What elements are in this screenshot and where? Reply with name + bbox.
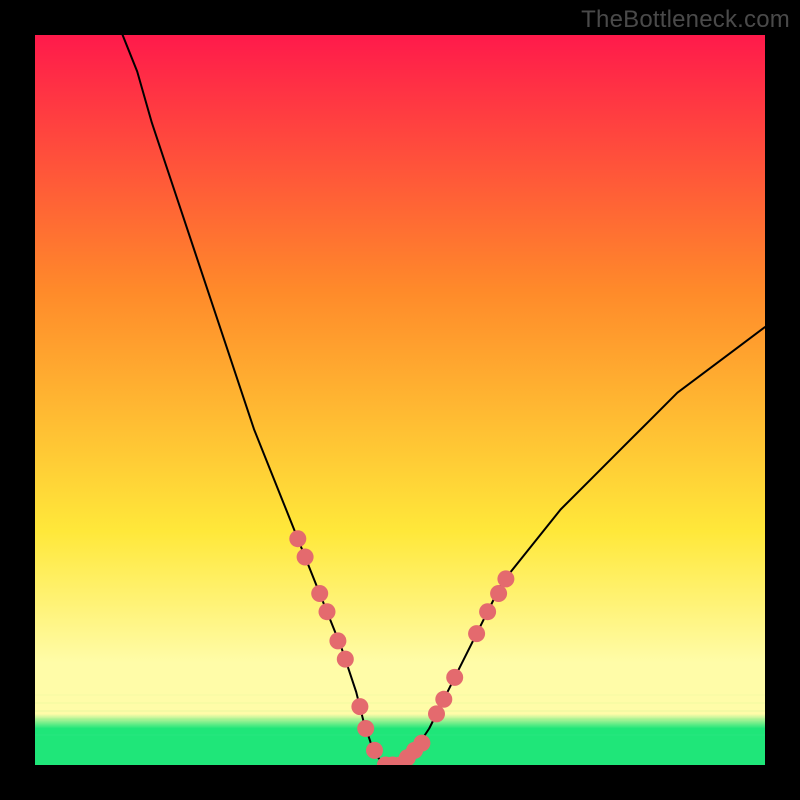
curve-dot bbox=[479, 603, 496, 620]
curve-dot bbox=[413, 735, 430, 752]
curve-dot bbox=[446, 669, 463, 686]
curve-dot bbox=[297, 549, 314, 566]
curve-dot bbox=[497, 570, 514, 587]
curve-dot bbox=[366, 742, 383, 759]
chart-background bbox=[35, 35, 765, 765]
bottleneck-chart bbox=[35, 35, 765, 765]
watermark-text: TheBottleneck.com bbox=[581, 6, 790, 34]
curve-dot bbox=[289, 530, 306, 547]
outer-frame: TheBottleneck.com bbox=[0, 0, 800, 800]
curve-dot bbox=[337, 651, 354, 668]
curve-dot bbox=[357, 720, 374, 737]
curve-dot bbox=[319, 603, 336, 620]
curve-dot bbox=[428, 705, 445, 722]
curve-dot bbox=[311, 585, 328, 602]
curve-dot bbox=[329, 632, 346, 649]
curve-dot bbox=[468, 625, 485, 642]
curve-dot bbox=[490, 585, 507, 602]
curve-dot bbox=[351, 698, 368, 715]
curve-dot bbox=[435, 691, 452, 708]
